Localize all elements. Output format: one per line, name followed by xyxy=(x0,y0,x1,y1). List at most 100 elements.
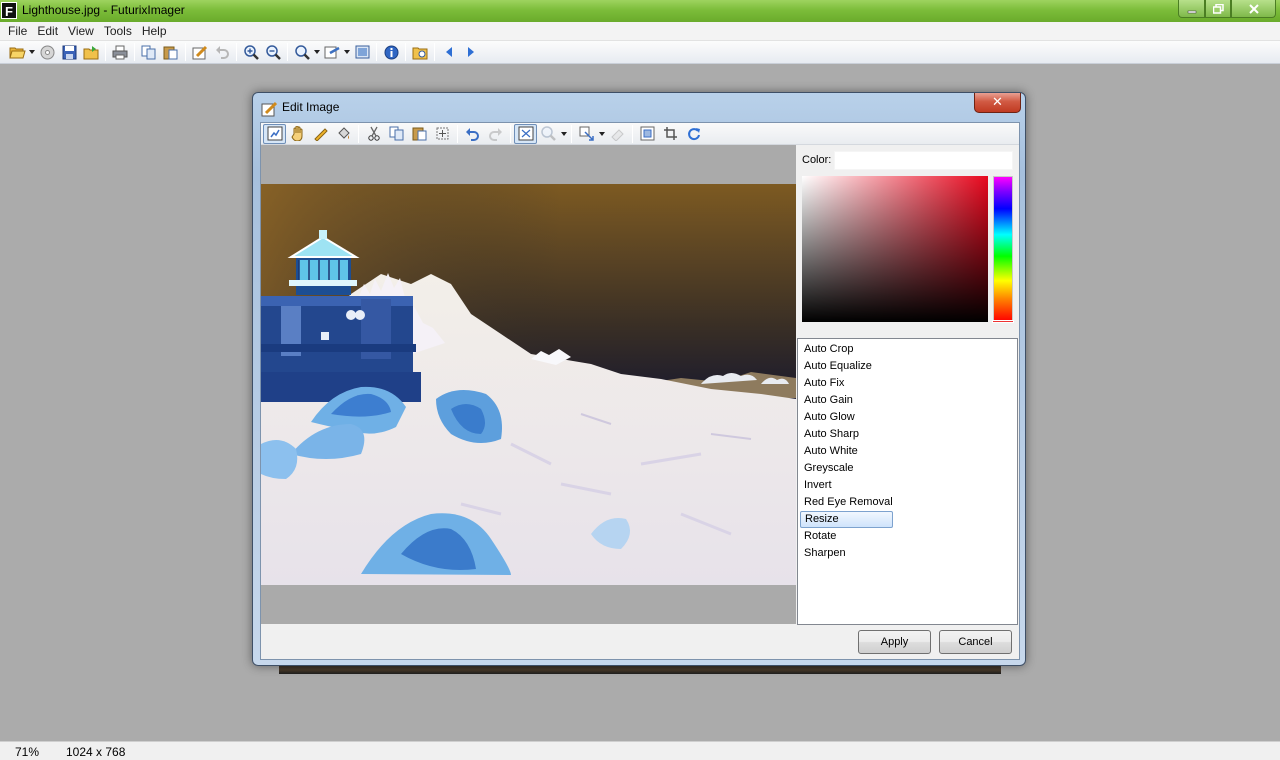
effect-auto-sharp[interactable]: Auto Sharp xyxy=(798,426,1017,443)
undo-button[interactable] xyxy=(461,124,484,144)
menu-edit[interactable]: Edit xyxy=(33,24,62,38)
image-canvas[interactable] xyxy=(261,145,796,624)
open-dropdown[interactable] xyxy=(28,42,36,62)
toolbar-separator xyxy=(236,43,237,61)
cut-button[interactable] xyxy=(362,124,385,144)
canvas-size-button[interactable] xyxy=(636,124,659,144)
apply-button[interactable]: Apply xyxy=(858,630,931,654)
hand-tool-button[interactable] xyxy=(286,124,309,144)
zoom-out-button[interactable] xyxy=(262,42,284,62)
copy-button[interactable] xyxy=(138,42,160,62)
zoom-dropdown[interactable] xyxy=(560,124,568,144)
zoom-in-icon xyxy=(243,44,259,60)
minimize-button[interactable] xyxy=(1178,0,1205,18)
crop-button[interactable] xyxy=(659,124,682,144)
save-icon xyxy=(62,45,76,59)
saturation-value-picker[interactable] xyxy=(802,176,988,322)
redo-button[interactable] xyxy=(484,124,507,144)
hand-icon xyxy=(290,126,302,141)
cancel-button[interactable]: Cancel xyxy=(939,630,1012,654)
close-button[interactable] xyxy=(1231,0,1276,18)
paste-icon xyxy=(163,46,178,59)
edit-image-button[interactable] xyxy=(189,42,211,62)
zoom-out-icon xyxy=(265,44,281,60)
color-value-field[interactable] xyxy=(834,151,1013,170)
cut-icon xyxy=(367,126,380,141)
pencil-icon xyxy=(314,128,328,141)
menu-tools[interactable]: Tools xyxy=(100,24,136,38)
select-icon xyxy=(267,126,282,141)
previous-icon xyxy=(446,47,452,57)
menu-view[interactable]: View xyxy=(64,24,98,38)
effect-resize[interactable]: Resize xyxy=(800,511,893,528)
select-tool-button[interactable] xyxy=(263,123,286,144)
undo-icon xyxy=(466,127,479,141)
select-all-button[interactable] xyxy=(431,124,454,144)
crop-icon xyxy=(664,127,677,140)
eraser-button[interactable] xyxy=(606,124,629,144)
browse-folder-button[interactable] xyxy=(409,42,431,62)
effects-list: Auto Crop Auto Equalize Auto Fix Auto Ga… xyxy=(797,338,1018,625)
info-button[interactable] xyxy=(380,42,402,62)
adjust-button[interactable] xyxy=(321,42,343,62)
previous-button[interactable] xyxy=(438,42,460,62)
open-button[interactable] xyxy=(6,42,28,62)
open-folder-icon xyxy=(83,45,98,59)
print-button[interactable] xyxy=(109,42,131,62)
effect-auto-glow[interactable]: Auto Glow xyxy=(798,409,1017,426)
paste-button[interactable] xyxy=(160,42,182,62)
edit-image-icon xyxy=(192,45,208,59)
copy-icon xyxy=(389,126,404,141)
menu-help[interactable]: Help xyxy=(138,24,171,38)
toolbar-separator xyxy=(287,43,288,61)
next-button[interactable] xyxy=(460,42,482,62)
next-icon xyxy=(468,47,474,57)
open-folder-button[interactable] xyxy=(80,42,102,62)
effect-greyscale[interactable]: Greyscale xyxy=(798,460,1017,477)
undo-button[interactable] xyxy=(211,42,233,62)
color-label: Color: xyxy=(802,154,832,166)
redo-icon xyxy=(489,127,502,141)
paste-button[interactable] xyxy=(408,124,431,144)
zoom-in-button[interactable] xyxy=(240,42,262,62)
resize-dropdown[interactable] xyxy=(598,124,606,144)
zoom-button[interactable] xyxy=(291,42,313,62)
hue-slider-handle[interactable] xyxy=(992,320,1014,323)
effect-auto-fix[interactable]: Auto Fix xyxy=(798,375,1017,392)
fit-button[interactable] xyxy=(514,123,537,144)
save-button[interactable] xyxy=(58,42,80,62)
toolbar-separator xyxy=(405,43,406,61)
toolbar-separator xyxy=(434,43,435,61)
menu-file[interactable]: File xyxy=(4,24,31,38)
edit-image-dialog: Edit Image ✕ Color: Auto Crop Auto Equal… xyxy=(252,92,1026,666)
effect-sharpen[interactable]: Sharpen xyxy=(798,545,1017,562)
restore-button[interactable] xyxy=(1205,0,1231,18)
fit-icon xyxy=(518,126,533,141)
restore-icon xyxy=(1212,3,1224,14)
zoom-button[interactable] xyxy=(537,124,560,144)
effect-rotate[interactable]: Rotate xyxy=(798,528,1017,545)
copy-button[interactable] xyxy=(385,124,408,144)
fill-tool-button[interactable] xyxy=(332,124,355,144)
effect-auto-gain[interactable]: Auto Gain xyxy=(798,392,1017,409)
adjust-dropdown[interactable] xyxy=(343,42,351,62)
pencil-tool-button[interactable] xyxy=(309,124,332,144)
fullscreen-button[interactable] xyxy=(351,42,373,62)
resize-icon xyxy=(579,126,594,141)
effect-invert[interactable]: Invert xyxy=(798,477,1017,494)
dialog-close-button[interactable]: ✕ xyxy=(974,93,1021,113)
close-icon: ✕ xyxy=(992,95,1003,110)
effect-auto-white[interactable]: Auto White xyxy=(798,443,1017,460)
copy-icon xyxy=(141,45,156,59)
effect-auto-equalize[interactable]: Auto Equalize xyxy=(798,358,1017,375)
fullscreen-icon xyxy=(355,45,369,59)
burn-disc-button[interactable] xyxy=(36,42,58,62)
refresh-button[interactable] xyxy=(682,124,705,144)
resize-tool-button[interactable] xyxy=(575,124,598,144)
effect-red-eye-removal[interactable]: Red Eye Removal xyxy=(798,494,1017,511)
hue-slider[interactable] xyxy=(992,176,1014,323)
app-logo-icon: F xyxy=(1,2,17,19)
zoom-dropdown[interactable] xyxy=(313,42,321,62)
toolbar-separator xyxy=(105,43,106,61)
effect-auto-crop[interactable]: Auto Crop xyxy=(798,341,1017,358)
